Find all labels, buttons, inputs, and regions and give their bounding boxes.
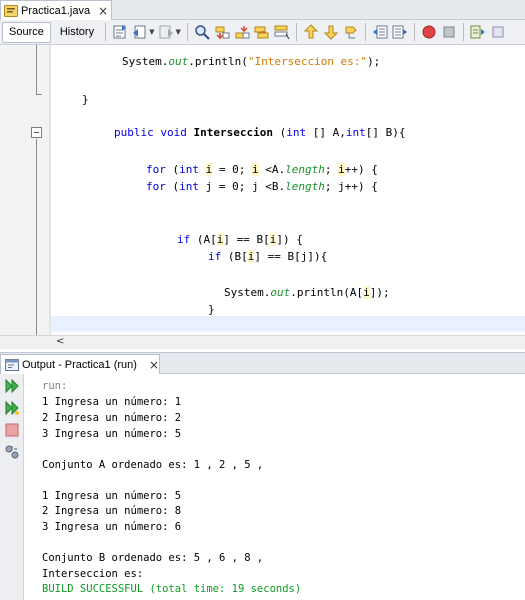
output-line: Conjunto A ordenado es: 1 , 2 , 5 , xyxy=(42,459,264,471)
diff-icon[interactable] xyxy=(470,24,486,40)
output-line: Conjunto B ordenado es: 5 , 6 , 8 , xyxy=(42,552,264,564)
fold-line xyxy=(36,139,37,335)
code-line-for-j: for (int j = 0; j <B.length; j++) { xyxy=(146,180,378,193)
output-line: 3 Ingresa un número: 6 xyxy=(42,521,182,533)
fold-toggle-icon[interactable] xyxy=(31,127,42,138)
code-line-println-result: System.out.println(A[i]); xyxy=(224,286,390,299)
java-file-icon xyxy=(4,4,18,17)
code-line-method-signature: public void Interseccion (int [] A,int[]… xyxy=(114,126,406,139)
editor-tab-practica1[interactable]: Practica1.java × xyxy=(0,0,112,20)
prev-bookmark-icon[interactable] xyxy=(303,24,319,40)
output-line: 1 Ingresa un número: 1 xyxy=(42,396,182,408)
toggle-highlight-icon[interactable] xyxy=(274,24,290,40)
toolbar-separator xyxy=(295,23,297,41)
build-status-line: BUILD SUCCESSFUL (total time: 19 seconds… xyxy=(42,583,302,595)
stop-icon[interactable] xyxy=(4,422,20,438)
scroll-left-icon[interactable]: < xyxy=(56,336,64,347)
diff-secondary-icon[interactable] xyxy=(490,24,506,40)
editor-tab-label: Practica1.java xyxy=(21,4,91,17)
editor-horizontal-scrollbar[interactable]: < xyxy=(0,335,525,349)
rerun-icon[interactable] xyxy=(4,378,20,394)
toolbar-separator xyxy=(105,23,107,41)
shift-left-icon[interactable] xyxy=(372,24,388,40)
output-tab-label: Output - Practica1 (run) xyxy=(22,358,137,371)
code-line-if-inner: if (B[i] == B[j]){ xyxy=(208,250,328,263)
code-editor[interactable]: System.out.println("Interseccion es:"); … xyxy=(0,45,525,335)
toolbar-separator xyxy=(186,23,188,41)
output-line: 2 Ingresa un número: 2 xyxy=(42,412,182,424)
forward-icon[interactable] xyxy=(158,24,174,40)
find-icon[interactable] xyxy=(194,24,210,40)
code-line-if-outer: if (A[i] == B[i]) { xyxy=(177,233,303,246)
output-window-icon xyxy=(5,358,19,371)
tab-history[interactable]: History xyxy=(53,22,101,43)
find-next-icon[interactable] xyxy=(234,24,250,40)
forward-dropdown-caret[interactable]: ▼ xyxy=(175,28,180,36)
output-line: run: xyxy=(42,380,68,392)
toggle-bookmark-icon[interactable] xyxy=(343,24,359,40)
find-selection-icon[interactable] xyxy=(254,24,270,40)
settings-icon[interactable] xyxy=(4,444,20,460)
code-line-for-i: for (int i = 0; i <A.length; i++) { xyxy=(146,163,378,176)
shift-right-icon[interactable] xyxy=(392,24,408,40)
editor-tab-bar: Practica1.java × xyxy=(0,0,525,20)
close-icon[interactable]: × xyxy=(98,4,108,18)
back-dropdown-caret[interactable]: ▼ xyxy=(149,28,154,36)
last-edit-icon[interactable] xyxy=(112,24,128,40)
toolbar-separator xyxy=(413,23,415,41)
close-icon[interactable]: × xyxy=(149,358,159,372)
find-prev-icon[interactable] xyxy=(214,24,230,40)
stop-macro-icon[interactable] xyxy=(441,24,457,40)
output-console[interactable]: run: 1 Ingresa un número: 1 2 Ingresa un… xyxy=(25,374,525,600)
output-line: 1 Ingresa un número: 5 xyxy=(42,490,182,502)
fold-line xyxy=(36,94,42,95)
record-macro-icon[interactable] xyxy=(421,24,437,40)
output-tab-run[interactable]: Output - Practica1 (run) × xyxy=(0,354,160,374)
code-line-brace-close: } xyxy=(82,93,89,106)
output-line: Interseccion es: xyxy=(42,568,144,580)
code-line-brace-inner: } xyxy=(208,303,215,316)
output-line: 2 Ingresa un número: 8 xyxy=(42,505,182,517)
editor-margin xyxy=(50,45,51,335)
output-tab-bar: Output - Practica1 (run) × xyxy=(0,352,525,374)
output-line: 3 Ingresa un número: 5 xyxy=(42,428,182,440)
toolbar-separator xyxy=(364,23,366,41)
rerun-with-options-icon[interactable] xyxy=(4,400,20,416)
toolbar-separator xyxy=(462,23,464,41)
editor-gutter xyxy=(0,45,50,335)
code-line-println-header: System.out.println("Interseccion es:"); xyxy=(122,55,381,68)
editor-toolbar: Source History ▼ ▼ xyxy=(0,20,525,45)
next-bookmark-icon[interactable] xyxy=(323,24,339,40)
back-icon[interactable] xyxy=(132,24,148,40)
tab-source[interactable]: Source xyxy=(2,21,51,43)
fold-line xyxy=(36,45,37,95)
current-line-highlight xyxy=(51,316,525,332)
output-side-toolbar xyxy=(0,374,24,600)
